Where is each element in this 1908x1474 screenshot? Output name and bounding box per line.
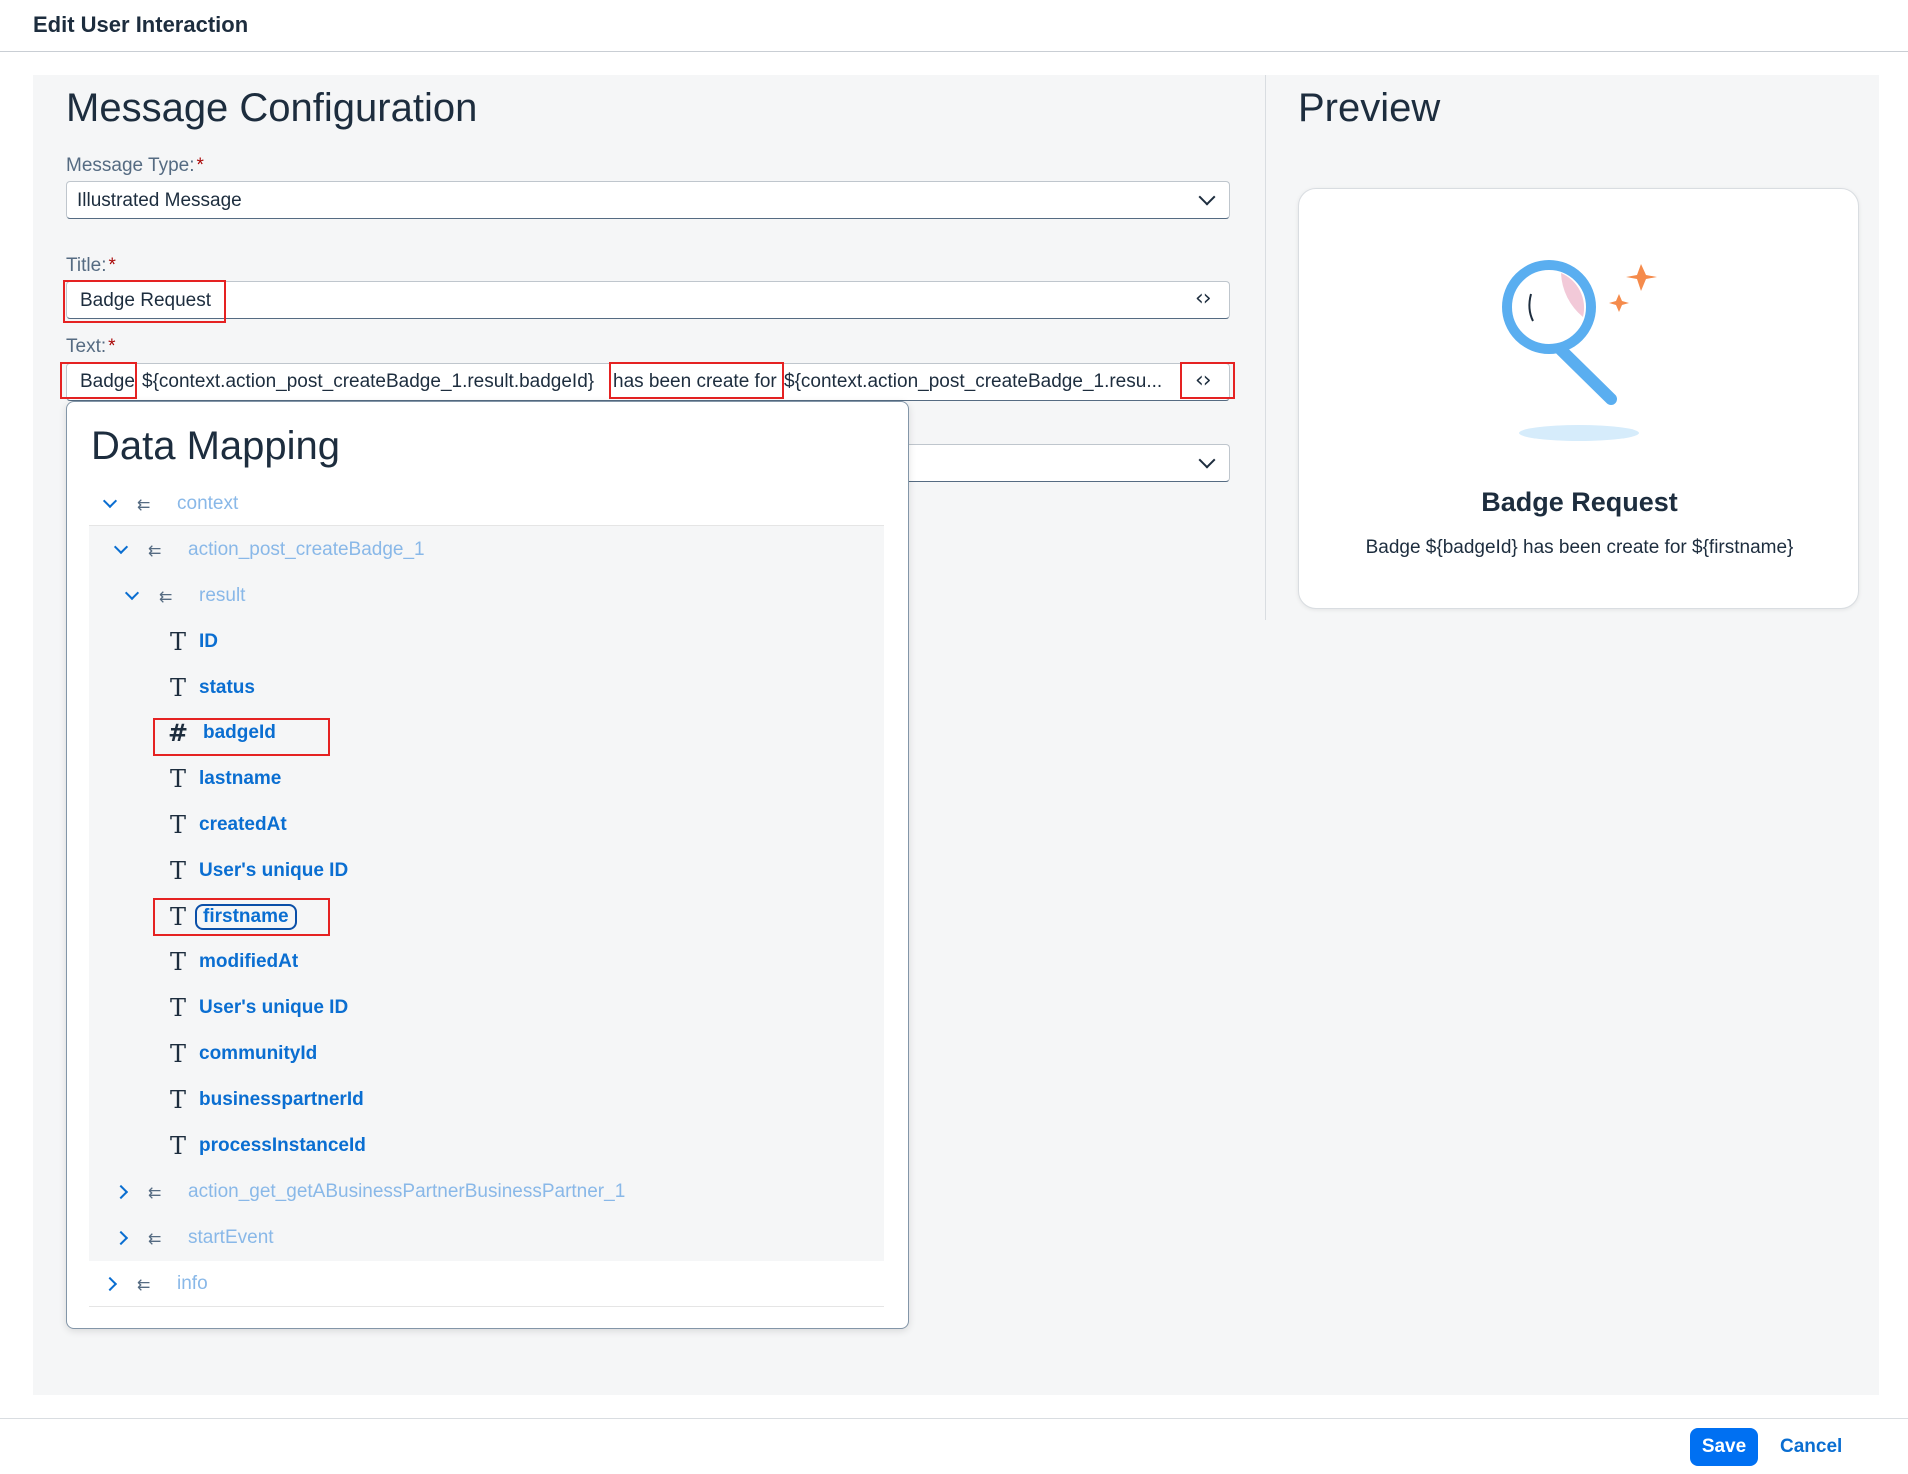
chevron-down-icon[interactable]: [102, 493, 118, 509]
chevron-right-icon[interactable]: [113, 1230, 129, 1246]
title-input[interactable]: Badge Request ‹›: [66, 281, 1230, 319]
text-type-icon: T: [169, 1040, 186, 1068]
tree-leaf-label: User's unique ID: [199, 997, 349, 1018]
tree-node-action-post[interactable]: ⇇ action_post_createBadge_1: [113, 530, 425, 570]
text-type-icon: T: [169, 628, 186, 656]
tree-leaf[interactable]: T processInstanceId: [163, 1126, 366, 1166]
tree-node-context[interactable]: ⇇ context: [102, 484, 239, 524]
tree-node-info[interactable]: ⇇ info: [102, 1264, 208, 1304]
tree-node-start-event[interactable]: ⇇ startEvent: [113, 1218, 274, 1258]
tree-node-label: startEvent: [188, 1227, 274, 1248]
text-label: Text: *: [66, 336, 116, 357]
preview-card: Badge Request Badge ${badgeId} has been …: [1298, 188, 1859, 609]
text-type-icon: T: [169, 765, 186, 793]
tree-leaf-label: businesspartnerId: [199, 1089, 364, 1110]
sparkle-small: [1609, 294, 1629, 312]
dialog-header: Edit User Interaction: [0, 0, 1908, 52]
message-configuration-title: Message Configuration: [66, 86, 478, 130]
highlight-text-badge: [60, 362, 137, 399]
text-segment-badgeid-expression: ${context.action_post_createBadge_1.resu…: [142, 371, 595, 392]
tree-leaf-label: communityId: [199, 1043, 318, 1064]
tree-node-label: info: [177, 1273, 208, 1294]
object-icon: ⇇: [159, 586, 173, 606]
preview-message-text: Badge ${badgeId} has been create for ${f…: [1365, 537, 1794, 558]
text-type-icon: T: [169, 1086, 186, 1114]
tree-node-label: result: [199, 585, 246, 606]
message-type-select[interactable]: Illustrated Message: [66, 181, 1230, 219]
save-button[interactable]: Save: [1690, 1428, 1758, 1466]
tree-leaf[interactable]: T status: [163, 668, 255, 708]
code-icon[interactable]: ‹›: [1195, 286, 1212, 311]
message-type-value: Illustrated Message: [77, 190, 242, 211]
preview-title: Preview: [1298, 86, 1441, 130]
highlight-title: [63, 280, 226, 323]
text-type-icon: T: [169, 811, 186, 839]
text-type-icon: T: [169, 994, 186, 1022]
tree-leaf-label: modifiedAt: [199, 951, 299, 972]
tree-leaf-label: lastname: [199, 768, 282, 789]
tree-leaf-label: processInstanceId: [199, 1135, 366, 1156]
tree-leaf[interactable]: T User's unique ID: [163, 851, 348, 891]
data-mapping-title: Data Mapping: [91, 424, 341, 468]
text-type-icon: T: [169, 1132, 186, 1160]
text-type-icon: T: [169, 674, 186, 702]
tree-leaf[interactable]: T communityId: [163, 1034, 317, 1074]
tree-leaf[interactable]: T lastname: [163, 759, 281, 799]
tree-leaf[interactable]: T createdAt: [163, 805, 287, 845]
tree-node-action-get[interactable]: ⇇ action_get_getABusinessPartnerBusiness…: [113, 1172, 626, 1212]
object-icon: ⇇: [137, 494, 151, 514]
chevron-right-icon[interactable]: [113, 1184, 129, 1200]
hidden-select[interactable]: [900, 444, 1230, 482]
tree-leaf[interactable]: T User's unique ID: [163, 988, 348, 1028]
tree-leaf-label: User's unique ID: [199, 860, 349, 881]
tree-separator: [89, 1306, 884, 1307]
tree-node-label: action_post_createBadge_1: [188, 539, 425, 560]
chevron-down-icon: [1198, 451, 1216, 469]
illustration-shadow: [1519, 425, 1639, 441]
dialog-title: Edit User Interaction: [33, 12, 249, 37]
tree-node-result[interactable]: ⇇ result: [124, 576, 246, 616]
highlight-badgeid: [153, 718, 330, 756]
preview-message-title: Badge Request: [1481, 487, 1678, 517]
text-type-icon: T: [169, 948, 186, 976]
chevron-right-icon[interactable]: [102, 1276, 118, 1292]
sparkle-large: [1626, 264, 1657, 291]
section-divider: [1265, 75, 1266, 620]
highlight-firstname: [153, 898, 330, 936]
tree-leaf-label: ID: [199, 631, 218, 652]
data-mapping-popover: Data Mapping ⇇ context ⇇ action_post_cre…: [66, 401, 909, 1329]
object-icon: ⇇: [148, 540, 162, 560]
chevron-down-icon[interactable]: [124, 585, 140, 601]
chevron-down-icon: [1198, 188, 1216, 206]
chevron-down-icon[interactable]: [113, 539, 129, 555]
title-label: Title: *: [66, 255, 116, 276]
object-icon: ⇇: [137, 1274, 151, 1294]
tree-leaf[interactable]: T modifiedAt: [163, 942, 298, 982]
text-segment-firstname-expression: ${context.action_post_createBadge_1.resu…: [784, 371, 1163, 392]
tree-leaf[interactable]: T businesspartnerId: [163, 1080, 364, 1120]
message-type-label: Message Type: *: [66, 155, 204, 176]
tree-leaf-label: status: [199, 677, 255, 698]
tree-node-label: context: [177, 493, 239, 514]
highlight-code-icon: [1180, 362, 1235, 399]
text-type-icon: T: [169, 857, 186, 885]
tree-leaf[interactable]: T ID: [163, 622, 218, 662]
tree-node-label: action_get_getABusinessPartnerBusinessPa…: [188, 1181, 626, 1202]
footer-divider: [0, 1418, 1908, 1419]
object-icon: ⇇: [148, 1182, 162, 1202]
cancel-button[interactable]: Cancel: [1780, 1428, 1842, 1466]
tree-leaf-label: createdAt: [199, 814, 287, 835]
object-icon: ⇇: [148, 1228, 162, 1248]
highlight-text-has-been: [609, 362, 784, 399]
